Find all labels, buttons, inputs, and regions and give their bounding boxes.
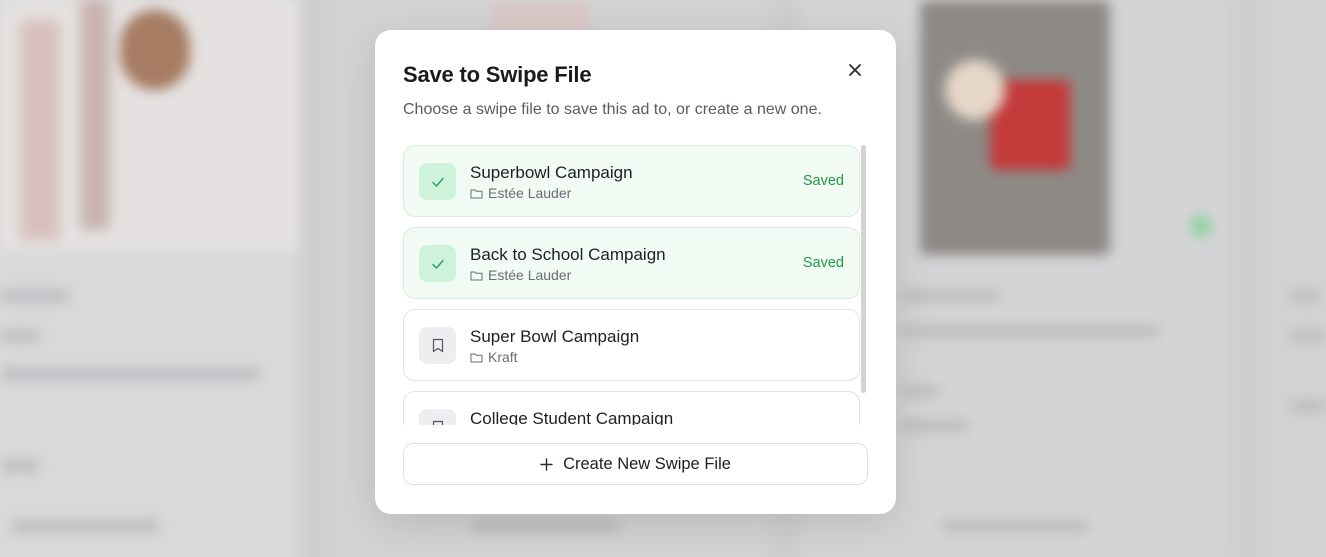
- folder-name: Kraft: [488, 349, 518, 365]
- check-icon: [419, 163, 456, 200]
- close-button[interactable]: [844, 59, 866, 81]
- saved-status: Saved: [802, 173, 844, 189]
- swipe-file-name: Back to School Campaign: [470, 245, 666, 264]
- plus-icon: [540, 457, 553, 471]
- swipe-file-folder: Estée Lauder: [470, 185, 571, 201]
- check-icon: [419, 245, 456, 282]
- saved-status: Saved: [802, 255, 844, 271]
- close-icon: [849, 64, 861, 76]
- folder-icon: [470, 271, 483, 280]
- swipe-file-item[interactable]: Back to School Campaign Estée Lauder Sav…: [403, 227, 860, 299]
- swipe-file-name: Super Bowl Campaign: [470, 327, 640, 346]
- folder-name: Estée Lauder: [488, 185, 572, 201]
- modal-subtitle: Choose a swipe file to save this ad to, …: [403, 101, 822, 118]
- folder-name: Estée Lauder: [488, 267, 572, 283]
- folder-icon: [470, 189, 483, 198]
- swipe-file-name: Superbowl Campaign: [470, 163, 633, 182]
- list-scrollbar[interactable]: [861, 145, 867, 425]
- swipe-file-item[interactable]: Super Bowl Campaign Kraft: [403, 309, 860, 381]
- folder-icon: [470, 353, 483, 362]
- modal-title: Save to Swipe File: [403, 62, 592, 87]
- bookmark-icon: [419, 409, 456, 425]
- swipe-file-name: College Student Campaign: [470, 409, 674, 425]
- create-new-swipe-file-button[interactable]: Create New Swipe File: [403, 443, 868, 485]
- swipe-file-item[interactable]: Superbowl Campaign Estée Lauder Saved: [403, 145, 860, 217]
- swipe-file-folder: Estée Lauder: [470, 267, 571, 283]
- create-button-label: Create New Swipe File: [563, 454, 731, 473]
- save-to-swipe-file-modal: Save to Swipe File Choose a swipe file t…: [375, 30, 896, 514]
- swipe-file-list[interactable]: Superbowl Campaign Estée Lauder Saved Ba…: [403, 145, 868, 425]
- swipe-file-folder: Kraft: [470, 349, 518, 365]
- scrollbar-thumb[interactable]: [861, 145, 866, 393]
- bookmark-icon: [419, 327, 456, 364]
- swipe-file-item[interactable]: College Student Campaign: [403, 391, 860, 425]
